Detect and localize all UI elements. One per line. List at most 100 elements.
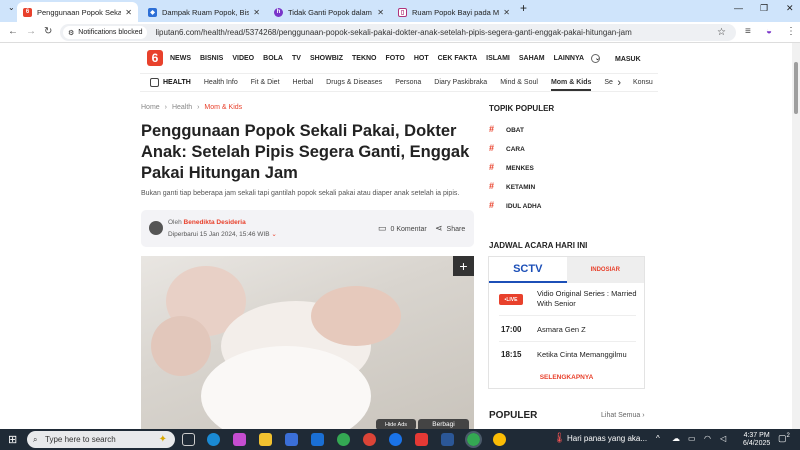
nav-hot[interactable]: HOT [414, 55, 429, 62]
maximize-icon[interactable]: ❐ [760, 3, 768, 14]
battery-icon[interactable]: ▭ [688, 434, 696, 443]
subnav-item[interactable]: Persona [395, 79, 421, 86]
new-tab-button[interactable]: + [520, 1, 527, 15]
scrollbar-thumb[interactable] [794, 62, 798, 114]
chrome-alt-icon[interactable] [493, 433, 506, 446]
zoom-icon[interactable] [389, 433, 402, 446]
topik-item[interactable]: # IDUL ADHA [489, 200, 541, 210]
volume-icon[interactable]: ◁ [720, 434, 726, 443]
subnav-item[interactable]: Health Info [204, 79, 238, 86]
article-lead: Bukan ganti tiap beberapa jam sekali tap… [141, 190, 460, 197]
nav-cek-fakta[interactable]: CEK FAKTA [438, 55, 478, 62]
liputan6-favicon-icon: 6 [23, 7, 32, 17]
close-window-icon[interactable]: ✕ [786, 3, 794, 14]
youtube-icon[interactable] [415, 433, 428, 446]
share-button[interactable]: ⋖ Share [435, 223, 465, 234]
liputan6-logo[interactable]: 6 [147, 50, 163, 66]
chrome-icon[interactable] [337, 433, 350, 446]
nav-foto[interactable]: FOTO [386, 55, 405, 62]
nav-tv[interactable]: TV [292, 55, 301, 62]
word-icon[interactable] [441, 433, 454, 446]
copilot-icon[interactable] [233, 433, 246, 446]
nav-saham[interactable]: SAHAM [519, 55, 545, 62]
subnav-item[interactable]: Drugs & Diseases [326, 79, 382, 86]
expand-plus-button[interactable]: + [453, 256, 474, 276]
browser-tab-2[interactable]: ◆ Dampak Ruam Popok, Bisa Han ✕ [142, 2, 266, 22]
article-photo [141, 256, 474, 430]
schedule-row[interactable]: 18:15 Ketika Cinta Memanggilmu [499, 343, 636, 368]
topik-item[interactable]: # KETAMIN [489, 181, 535, 191]
nav-tekno[interactable]: TEKNO [352, 55, 377, 62]
clock[interactable]: 4:37 PM 6/4/2025 [743, 432, 770, 448]
search-icon[interactable] [591, 54, 600, 63]
browser-tab-4[interactable]: ▯ Ruam Popok Bayi pada Musim ✕ [392, 2, 516, 22]
selengkapnya-link[interactable]: SELENGKAPNYA [489, 374, 644, 381]
browser-tab-1[interactable]: 6 Penggunaan Popok Sekali Paka ✕ [17, 2, 138, 22]
chrome-profile-icon[interactable] [363, 433, 376, 446]
close-tab-icon[interactable]: ✕ [503, 8, 510, 17]
channel-tab-indosiar[interactable]: INDOSIAR [566, 257, 644, 283]
task-view-icon[interactable] [182, 433, 195, 446]
notifications-blocked-chip[interactable]: ⚙ Notifications blocked [63, 26, 148, 39]
notification-icon[interactable]: ▢2 [778, 433, 790, 444]
live-badge: • LIVE [499, 294, 523, 305]
minimize-icon[interactable]: — [734, 3, 743, 13]
subnav-item[interactable]: Diary Paskibraka [434, 79, 487, 86]
browser-tab-3[interactable]: h Tidak Ganti Popok dalam Wakt ✕ [268, 2, 390, 22]
back-icon[interactable]: ← [8, 26, 18, 37]
breadcrumb-health[interactable]: Health [172, 104, 192, 111]
updated-date[interactable]: Diperbarui 15 Jan 2024, 15:46 WIB ⌄ [168, 230, 277, 238]
channel-tab-sctv[interactable]: SCTV [489, 257, 567, 283]
close-tab-icon[interactable]: ✕ [377, 8, 384, 17]
nav-lainnya[interactable]: LAINNYA ⌄ [554, 55, 609, 62]
taskbar-search[interactable]: ⌕ Type here to search ✦ [27, 431, 175, 448]
lihat-semua-link[interactable]: Lihat Semua › [601, 412, 645, 419]
breadcrumb: Home › Health › Mom & Kids [141, 104, 243, 111]
nav-video[interactable]: VIDEO [232, 55, 254, 62]
subnav-section-health[interactable]: HEALTH [163, 79, 191, 86]
subnav-item[interactable]: Mind & Soul [500, 79, 538, 86]
topik-item[interactable]: # OBAT [489, 124, 524, 134]
breadcrumb-current[interactable]: Mom & Kids [204, 104, 242, 111]
subnav-item-active[interactable]: Mom & Kids [550, 74, 592, 91]
schedule-row[interactable]: 17:00 Asmara Gen Z [499, 317, 636, 342]
topik-item[interactable]: # MENKES [489, 162, 534, 172]
close-tab-icon[interactable]: ✕ [253, 8, 260, 17]
topik-item[interactable]: # CARA [489, 143, 525, 153]
forward-icon[interactable]: → [26, 26, 36, 37]
subnav-item[interactable]: Fit & Diet [251, 79, 280, 86]
subnav-item[interactable]: Konsu [633, 79, 653, 86]
close-tab-icon[interactable]: ✕ [125, 8, 132, 17]
nav-bola[interactable]: BOLA [263, 55, 283, 62]
nav-news[interactable]: NEWS [170, 55, 191, 62]
url-field[interactable]: ⚙ Notifications blocked liputan6.com/hea… [60, 24, 736, 41]
windows-start-icon[interactable]: ⊞ [8, 433, 17, 446]
outlook-icon[interactable] [311, 433, 324, 446]
url-text[interactable]: liputan6.com/health/read/5374268/penggun… [155, 28, 631, 37]
nav-showbiz[interactable]: SHOWBIZ [310, 55, 343, 62]
tab-menu-icon[interactable]: ⌄ [8, 3, 15, 12]
masuk-button[interactable]: MASUK [615, 56, 641, 63]
breadcrumb-home[interactable]: Home [141, 104, 160, 111]
weather-text[interactable]: Hari panas yang aka... [567, 434, 647, 443]
author-name[interactable]: Benedikta Desideria [184, 219, 246, 226]
author-box: Oleh Benedikta Desideria Diperbarui 15 J… [141, 210, 474, 247]
schedule-row[interactable]: • LIVE Vidio Original Series : Married W… [499, 287, 637, 316]
store-icon[interactable] [285, 433, 298, 446]
comment-button[interactable]: ▭ 0 Komentar [378, 223, 427, 234]
file-explorer-icon[interactable] [259, 433, 272, 446]
edge-icon[interactable] [207, 433, 220, 446]
subnav-item[interactable]: Herbal [293, 79, 314, 86]
browser-menu-icon[interactable]: ⋮ [786, 26, 796, 37]
media-controls-icon[interactable]: ≡ [745, 26, 751, 37]
onedrive-icon[interactable]: ☁ [672, 434, 680, 443]
nav-islami[interactable]: ISLAMI [486, 55, 510, 62]
profile-icon[interactable]: ◒ [766, 26, 772, 37]
tray-chevron-icon[interactable]: ^ [656, 434, 660, 443]
nav-bisnis[interactable]: BISNIS [200, 55, 223, 62]
reload-icon[interactable]: ↻ [44, 26, 52, 37]
bookmark-star-icon[interactable]: ☆ [717, 27, 726, 38]
chrome-active-icon[interactable] [465, 431, 482, 448]
chevron-right-icon[interactable]: › [613, 76, 625, 89]
wifi-icon[interactable]: ◠ [704, 434, 711, 443]
